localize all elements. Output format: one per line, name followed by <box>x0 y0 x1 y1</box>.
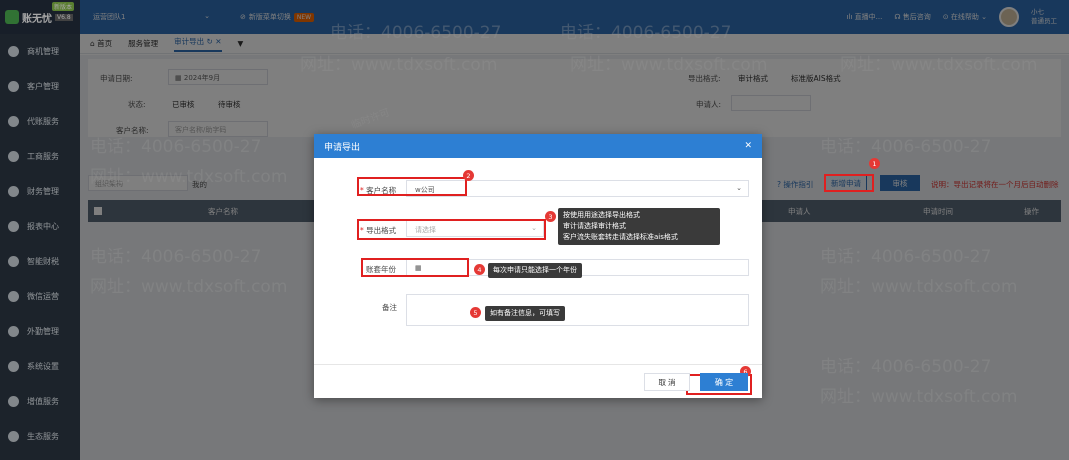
highlight-customer <box>357 177 467 196</box>
cancel-button[interactable]: 取 消 <box>644 373 690 391</box>
confirm-button[interactable]: 确 定 <box>700 373 748 391</box>
tip-line: 按使用用途选择导出格式 <box>563 211 640 219</box>
year-tooltip: 每次申请只能选择一个年份 <box>488 263 582 278</box>
step-badge: 3 <box>545 211 556 222</box>
step-badge: 4 <box>474 264 485 275</box>
highlight-new-apply <box>824 174 874 192</box>
export-modal: 申请导出 ✕ * 客户名称 w公司 ⌄ * 导出格式 请选择 ⌄ 账套年份 ▦ 备注… <box>314 134 762 398</box>
modal-title: 申请导出 <box>324 142 361 153</box>
remark-field-label: 备注 <box>382 303 397 312</box>
highlight-format <box>357 219 546 240</box>
tip-line: 客户流失账套转走请选择标准ais格式 <box>563 233 678 241</box>
highlight-year <box>361 258 469 277</box>
step-badge: 1 <box>869 158 880 169</box>
format-tooltip: 按使用用途选择导出格式 审计请选择审计格式 客户流失账套转走请选择标准ais格式 <box>558 208 720 245</box>
step-badge: 5 <box>470 307 481 318</box>
close-icon[interactable]: ✕ <box>744 141 752 151</box>
step-badge: 2 <box>463 170 474 181</box>
sidebar-backdrop <box>0 0 80 460</box>
tip-line: 审计请选择审计格式 <box>563 222 626 230</box>
remark-textarea[interactable] <box>406 294 749 326</box>
remark-tooltip: 如有备注信息，可填写 <box>485 306 565 321</box>
modal-header: 申请导出 ✕ <box>314 134 762 158</box>
chevron-down-icon: ⌄ <box>736 184 742 192</box>
modal-footer: 取 消 确 定 <box>314 364 762 398</box>
